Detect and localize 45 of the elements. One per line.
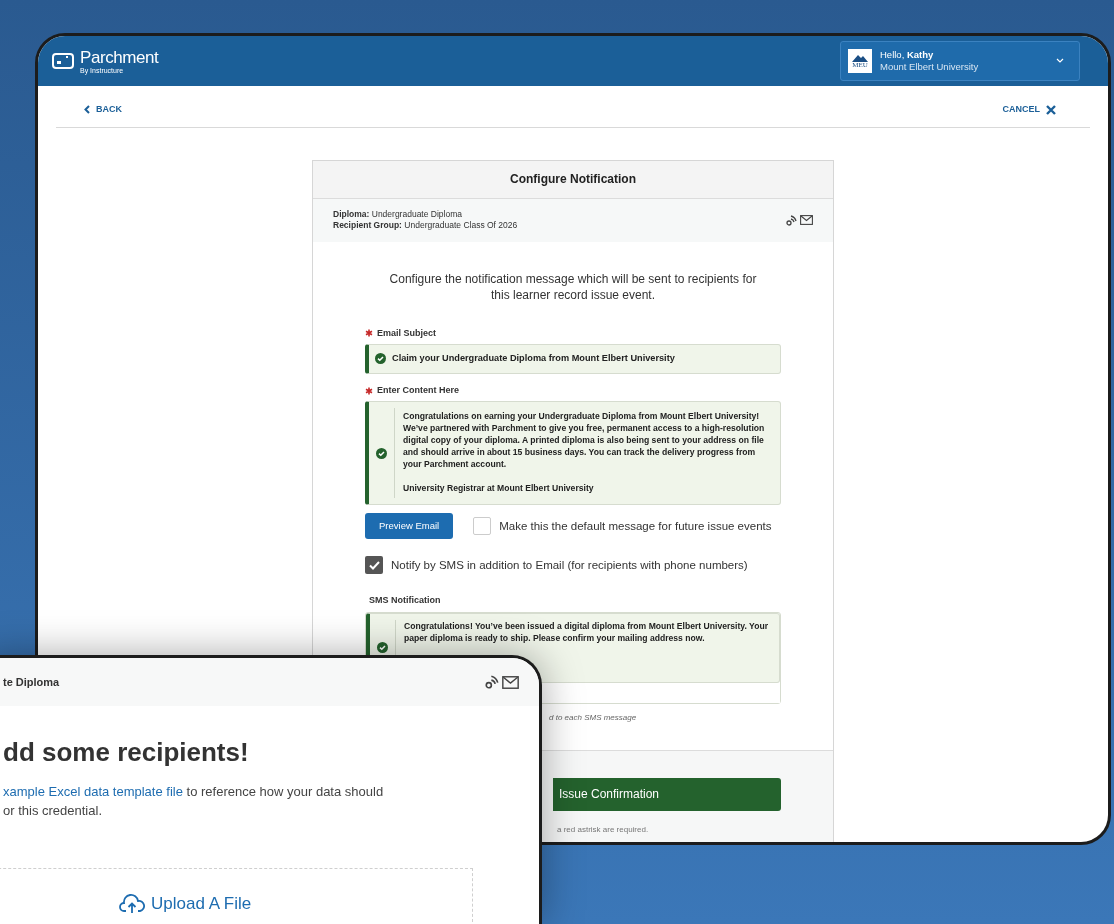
sms-hint-text: d to each SMS message xyxy=(548,711,638,724)
content-field[interactable] xyxy=(365,401,781,506)
continue-button[interactable]: Issue Confirmation xyxy=(553,777,781,811)
message-text: Congratulations! You’ve been issued a digital diploma from Mount Elbert University. Your paper diploma is ready to ship. Please confirm your mailing address now. xyxy=(404,619,769,644)
close-icon xyxy=(1046,104,1056,115)
logo-text: Parchment xyxy=(80,48,159,66)
field-label: SMS Notification xyxy=(369,594,441,608)
envelope-icon xyxy=(800,215,813,225)
check-icon xyxy=(368,560,380,570)
field-label: Email Subject xyxy=(377,326,437,340)
detail-text: Diploma: Undergraduate Diploma xyxy=(333,209,463,220)
signal-icon xyxy=(485,675,499,689)
cloud-upload-icon xyxy=(119,893,145,914)
template-link[interactable]: xample Excel data template file xyxy=(3,784,183,799)
check-circle-icon xyxy=(376,447,387,459)
logo-icon xyxy=(52,53,74,69)
email-subject-field[interactable]: Claim your Undergraduate Diploma from Mount Elbert University xyxy=(365,344,781,374)
field-label: Enter Content Here xyxy=(377,383,459,397)
checkbox-label: Make this the default message for future issue events xyxy=(499,518,772,534)
back-link[interactable]: BACK xyxy=(84,103,122,117)
instructions-text: xample Excel data template file to reference how your data should or this credential. xyxy=(3,783,385,820)
intro-text: Configure the notification message which will be sent to recipients for this learner record issue event. xyxy=(388,270,758,303)
required-note: a red astrisk are required. xyxy=(556,823,650,836)
cancel-link[interactable]: CANCEL xyxy=(1002,103,1056,117)
preview-email-button[interactable]: Preview Email xyxy=(365,513,454,540)
diploma-title: te Diploma xyxy=(3,674,60,690)
message-text: Congratulations on earning your Undergraduate Diploma from Mount Elbert University! We’ve partnered with Parchment to give you free, permanent access to a high-resolution digital copy of your diploma. A printed diploma is also being sent to your address on file and should arrive in about 15 business days. You can track the delivery progress from your Parchment account. xyxy=(403,410,766,471)
envelope-icon xyxy=(502,675,519,689)
upload-dropzone[interactable]: Upload A File xyxy=(0,868,473,922)
checkbox[interactable] xyxy=(365,556,383,575)
signal-icon xyxy=(786,214,797,226)
message-text: University Registrar at Mount Elbert University xyxy=(403,482,595,495)
message-text: Claim your Undergraduate Diploma from Mount Elbert University xyxy=(392,352,675,365)
checkbox-label: Notify by SMS in addition to Email (for recipients with phone numbers) xyxy=(391,557,748,573)
chevron-down-icon xyxy=(1056,58,1064,64)
detail-text: Recipient Group: Undergraduate Class Of 2026 xyxy=(333,220,518,231)
recipients-heading: dd some recipients! xyxy=(3,736,250,768)
institution-name: Mount Elbert University xyxy=(880,61,980,73)
greeting-text: Hello, Kathy xyxy=(880,49,935,61)
card-title: Configure Notification xyxy=(510,171,636,188)
checkbox[interactable] xyxy=(473,517,492,536)
chevron-left-icon xyxy=(84,105,90,115)
check-circle-icon xyxy=(377,642,388,654)
check-circle-icon xyxy=(375,353,386,365)
upload-file-link[interactable]: Upload A File xyxy=(151,891,252,917)
